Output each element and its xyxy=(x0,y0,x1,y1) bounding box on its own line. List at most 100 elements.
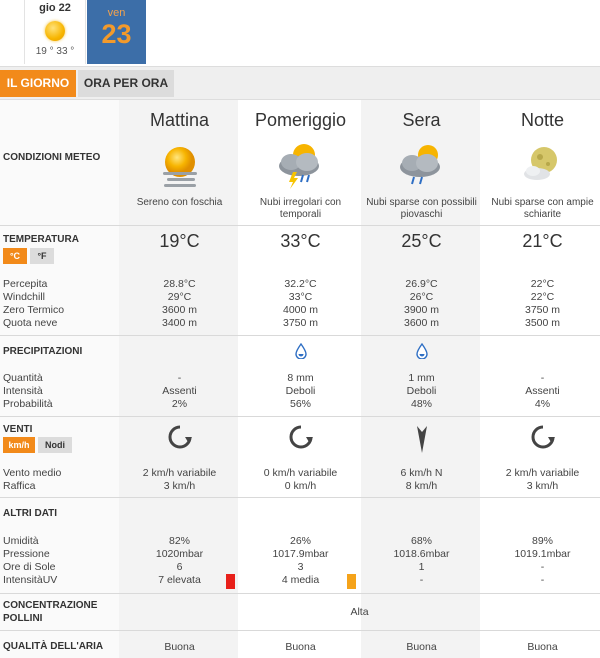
temperature-value: 19°C xyxy=(159,231,200,251)
precipitation-value: Deboli xyxy=(285,385,316,397)
other-data-value: 26% xyxy=(289,535,311,547)
precipitation-value: 2% xyxy=(171,398,188,410)
variable-wind-icon xyxy=(119,424,240,453)
other-data-value: 82% xyxy=(168,535,190,547)
other-data-value: 68% xyxy=(410,535,432,547)
section-precipitation: PRECIPITAZIONI xyxy=(3,346,83,357)
temperature-detail-value: 3600 m xyxy=(403,317,440,329)
row-label-zero-termico: Zero Termico xyxy=(3,304,65,316)
divider xyxy=(0,630,600,631)
row-label-raffica: Raffica xyxy=(3,480,36,492)
temperature-detail-value: 26.9°C xyxy=(405,278,438,290)
divider xyxy=(0,225,600,226)
precipitation-value: 56% xyxy=(289,398,311,410)
unit-kmh-button[interactable]: km/h xyxy=(3,437,35,453)
period-pomeriggio: Pomeriggio xyxy=(254,110,347,130)
unit-celsius-button[interactable]: °C xyxy=(3,248,27,264)
wind-value: 2 km/h variabile xyxy=(505,467,580,479)
temperature-detail-value: 3400 m xyxy=(161,317,198,329)
air-quality-value: Buona xyxy=(285,641,316,653)
sun-haze-icon xyxy=(119,142,240,192)
condition-text: Sereno con foschia xyxy=(136,197,223,208)
condition-text: Nubi sparse con possibili piovaschi xyxy=(366,197,477,220)
moon-cloud-icon xyxy=(482,142,600,192)
unit-knots-button[interactable]: Nodi xyxy=(38,437,72,453)
temperature-detail-value: 26°C xyxy=(409,291,434,303)
air-quality-value: Buona xyxy=(164,641,195,653)
other-data-value: 89% xyxy=(531,535,553,547)
storm-cloud-icon xyxy=(240,142,361,192)
section-other: ALTRI DATI xyxy=(3,508,58,519)
precipitation-value: - xyxy=(540,372,545,384)
condition-text: Nubi sparse con ampie schiarite xyxy=(491,197,594,220)
wind-value: 0 km/h variabile xyxy=(263,467,338,479)
temperature-detail-value: 3750 m xyxy=(282,317,319,329)
row-label-pressione: Pressione xyxy=(3,548,50,560)
precipitation-value: 48% xyxy=(410,398,432,410)
variable-wind-icon xyxy=(482,424,600,453)
day-card-gio[interactable]: gio 22 19 ° 33 ° xyxy=(24,0,86,64)
temperature-detail-value: 22°C xyxy=(530,291,555,303)
divider xyxy=(0,335,600,336)
day-temps: 19 ° 33 ° xyxy=(35,46,75,57)
tab-il-giorno[interactable]: IL GIORNO xyxy=(0,70,76,97)
temperature-detail-value: 3750 m xyxy=(524,304,561,316)
other-data-value: - xyxy=(540,574,545,586)
unit-fahrenheit-button[interactable]: °F xyxy=(30,248,54,264)
raindrop-icon xyxy=(361,342,482,362)
wind-value: 3 km/h xyxy=(163,480,196,492)
temperature-detail-value: 22°C xyxy=(530,278,555,290)
precipitation-value: Deboli xyxy=(406,385,437,397)
other-data-value: 7 elevata xyxy=(158,574,201,586)
row-label-ore-di-sole: Ore di Sole xyxy=(3,561,56,573)
period-sera: Sera xyxy=(402,110,441,130)
day-strip: gio 22 19 ° 33 ° ven 23 xyxy=(0,0,600,66)
row-label-umidita: Umidità xyxy=(3,535,39,547)
variable-wind-icon xyxy=(240,424,361,453)
precipitation-value: Assenti xyxy=(162,385,197,397)
temperature-detail-value: 3500 m xyxy=(524,317,561,329)
uv-indicator xyxy=(347,574,356,589)
other-data-value: 4 media xyxy=(281,574,320,586)
other-data-value: - xyxy=(419,574,424,586)
day-card-ven[interactable]: ven 23 xyxy=(87,0,146,64)
day-label: gio 22 xyxy=(39,2,71,14)
row-label-percepita: Percepita xyxy=(3,278,48,290)
raindrop-icon xyxy=(240,342,361,362)
wind-direction-north-icon xyxy=(361,424,482,457)
temperature-detail-value: 4000 m xyxy=(282,304,319,316)
temperature-detail-value: 28.8°C xyxy=(163,278,196,290)
condition-text: Nubi irregolari con temporali xyxy=(259,197,342,220)
day-number: 23 xyxy=(101,19,132,49)
section-conditions: CONDIZIONI METEO xyxy=(3,152,101,163)
divider xyxy=(0,497,600,498)
row-label-intensita-uv: IntensitàUV xyxy=(3,574,58,586)
divider xyxy=(0,593,600,594)
temperature-detail-value: 33°C xyxy=(288,291,313,303)
wind-value: 6 km/h N xyxy=(400,467,443,479)
section-wind: VENTI xyxy=(3,424,33,435)
other-data-value: 1018.6mbar xyxy=(393,548,450,560)
other-data-value: 1017.9mbar xyxy=(272,548,329,560)
wind-value: 8 km/h xyxy=(405,480,438,492)
section-temperature: TEMPERATURA xyxy=(3,234,79,245)
other-data-value: 1019.1mbar xyxy=(514,548,571,560)
temperature-value: 33°C xyxy=(280,231,321,251)
section-pollen: CONCENTRAZIONE POLLINI xyxy=(3,600,98,624)
temperature-value: 25°C xyxy=(401,231,442,251)
day-label: ven xyxy=(107,7,126,19)
precipitation-value: - xyxy=(177,372,182,384)
sun-icon xyxy=(45,21,65,41)
temperature-detail-value: 29°C xyxy=(167,291,192,303)
row-label-quota-neve: Quota neve xyxy=(3,317,58,329)
uv-indicator xyxy=(226,574,235,589)
pollen-value: Alta xyxy=(350,606,369,618)
precipitation-value: 8 mm xyxy=(287,372,314,384)
other-data-value: 1020mbar xyxy=(155,548,204,560)
row-label-quantita: Quantità xyxy=(3,372,43,384)
row-label-windchill: Windchill xyxy=(3,291,46,303)
tab-ora-per-ora[interactable]: ORA PER ORA xyxy=(78,70,174,97)
rain-cloud-icon xyxy=(361,142,482,192)
divider xyxy=(0,416,600,417)
other-data-value: 1 xyxy=(418,561,425,573)
